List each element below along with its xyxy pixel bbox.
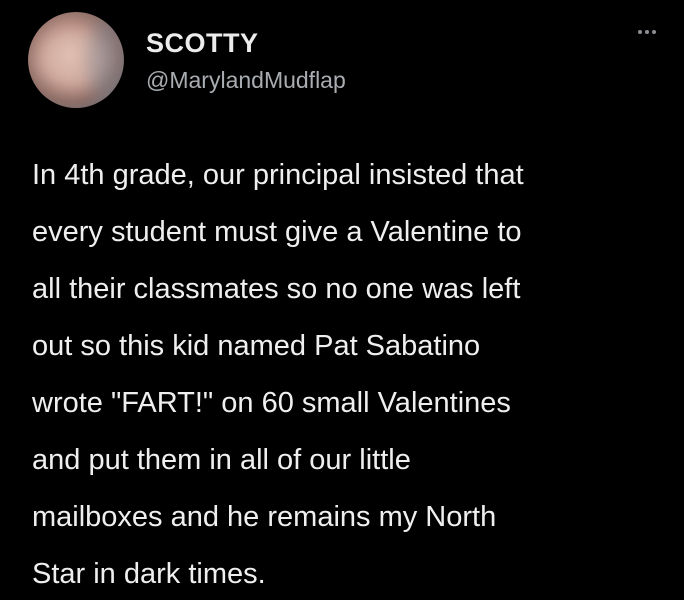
more-horizontal-icon[interactable] — [638, 30, 656, 34]
tweet-text-line: wrote "FART!" on 60 small Valentines — [32, 387, 511, 419]
more-dot-icon — [638, 30, 642, 34]
author-handle[interactable]: @MarylandMudflap — [146, 67, 346, 94]
more-dot-icon — [645, 30, 649, 34]
tweet-text: In 4th grade, our principal insisted tha… — [32, 147, 662, 600]
tweet-text-line: In 4th grade, our principal insisted tha… — [32, 159, 524, 191]
tweet-text-line: and put them in all of our little — [32, 444, 411, 476]
tweet-text-line: every student must give a Valentine to — [32, 216, 522, 248]
tweet-text-line: all their classmates so no one was left — [32, 273, 521, 305]
tweet-text-line: mailboxes and he remains my North — [32, 501, 497, 533]
tweet-card: SCOTTY @MarylandMudflap In 4th grade, ou… — [0, 0, 684, 600]
more-dot-icon — [652, 30, 656, 34]
author-avatar[interactable] — [28, 12, 124, 108]
avatar-image-area-shadow — [88, 18, 122, 102]
tweet-text-line: Star in dark times. — [32, 558, 266, 590]
author-name[interactable]: SCOTTY — [146, 28, 259, 59]
tweet-text-line: out so this kid named Pat Sabatino — [32, 330, 481, 362]
